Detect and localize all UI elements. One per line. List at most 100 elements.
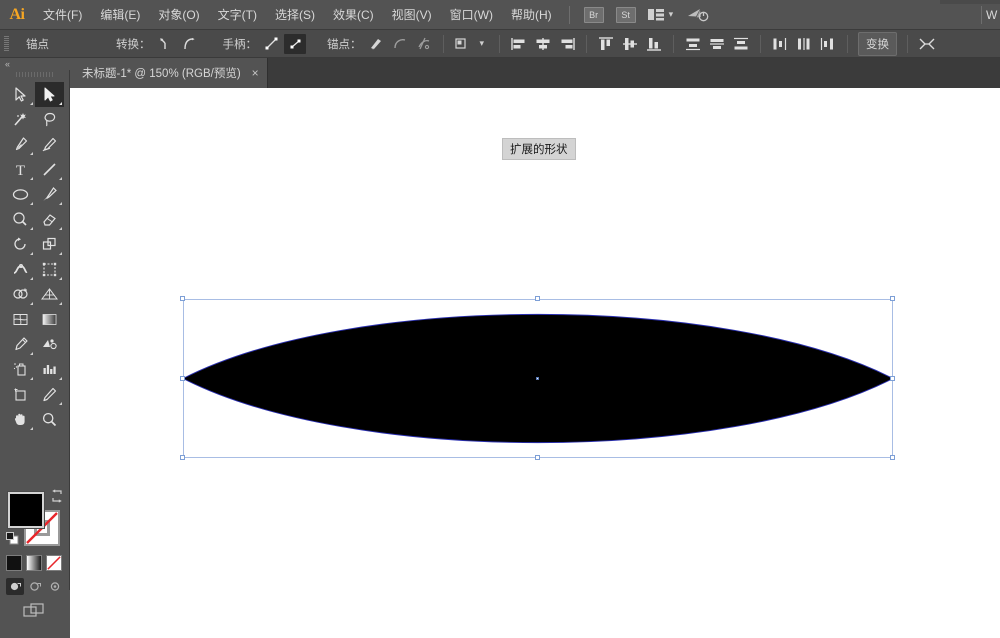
drawing-mode-buttons — [6, 578, 64, 596]
stock-icon[interactable]: St — [616, 7, 636, 23]
anchors-label: 锚点： — [325, 36, 364, 52]
convert-to-smooth-icon[interactable] — [178, 34, 200, 54]
tools-panel-grip[interactable] — [16, 72, 54, 77]
align-vertical-center-icon[interactable] — [619, 34, 641, 54]
tool-gradient[interactable] — [35, 307, 64, 332]
fill-stroke-controls — [6, 490, 64, 552]
menu-select[interactable]: 选择(S) — [266, 0, 324, 30]
tool-lasso[interactable] — [35, 107, 64, 132]
distribute-right-icon[interactable] — [817, 34, 839, 54]
tool-ellipse[interactable] — [6, 182, 35, 207]
selection-handle-middle-left[interactable] — [180, 376, 185, 381]
tool-selection[interactable] — [6, 82, 35, 107]
tool-column-graph[interactable] — [35, 357, 64, 382]
align-bottom-icon[interactable] — [643, 34, 665, 54]
connect-anchors-icon[interactable] — [389, 34, 411, 54]
selection-handle-bottom-right[interactable] — [890, 455, 895, 460]
isolate-selected-object-icon[interactable] — [452, 34, 474, 54]
transform-button[interactable]: 变换 — [858, 32, 897, 56]
hide-handles-icon[interactable] — [284, 34, 306, 54]
close-icon[interactable]: × — [252, 67, 259, 79]
tool-curvature[interactable] — [35, 132, 64, 157]
menu-object[interactable]: 对象(O) — [149, 0, 208, 30]
selection-handle-top-right[interactable] — [890, 296, 895, 301]
align-left-icon[interactable] — [508, 34, 530, 54]
tool-more-indicator — [59, 227, 62, 230]
tool-eraser[interactable] — [35, 207, 64, 232]
menu-view[interactable]: 视图(V) — [383, 0, 441, 30]
tool-perspective-grid[interactable] — [35, 282, 64, 307]
menu-type[interactable]: 文字(T) — [209, 0, 266, 30]
change-screen-mode-icon[interactable] — [22, 601, 48, 621]
tool-zoom[interactable] — [35, 407, 64, 432]
distribute-bottom-icon[interactable] — [730, 34, 752, 54]
show-handles-icon[interactable] — [260, 34, 282, 54]
tool-blend[interactable] — [35, 332, 64, 357]
shape-mode-icon[interactable] — [916, 34, 938, 54]
draw-inside-icon[interactable] — [46, 578, 64, 595]
distribute-top-icon[interactable] — [682, 34, 704, 54]
center-anchor-point[interactable] — [536, 377, 539, 380]
tool-more-indicator — [30, 252, 33, 255]
tool-hand[interactable] — [6, 407, 35, 432]
tool-symbol-sprayer[interactable] — [6, 357, 35, 382]
tool-artboard[interactable] — [6, 382, 35, 407]
default-fill-stroke-icon[interactable] — [6, 532, 19, 545]
tool-eyedropper[interactable] — [6, 332, 35, 357]
tool-magic-wand[interactable] — [6, 107, 35, 132]
fill-swatch[interactable] — [8, 492, 44, 528]
color-mode-color[interactable] — [6, 555, 22, 571]
arrange-documents-icon[interactable] — [648, 9, 664, 21]
swap-fill-stroke-icon[interactable] — [50, 489, 64, 503]
tool-rotate[interactable] — [6, 232, 35, 257]
tool-paintbrush[interactable] — [35, 182, 64, 207]
tool-scale[interactable] — [35, 232, 64, 257]
tool-line-segment[interactable] — [35, 157, 64, 182]
tool-direct-selection[interactable] — [35, 82, 64, 107]
tool-pencil[interactable] — [6, 207, 35, 232]
control-bar-grip[interactable] — [4, 36, 9, 52]
workspace-divider — [981, 6, 982, 24]
tool-pen[interactable] — [6, 132, 35, 157]
tool-type[interactable]: T — [6, 157, 35, 182]
draw-normal-icon[interactable] — [6, 578, 24, 595]
sync-settings-icon[interactable] — [687, 7, 709, 23]
selection-handle-bottom-center[interactable] — [535, 455, 540, 460]
selection-handle-middle-right[interactable] — [890, 376, 895, 381]
align-horizontal-center-icon[interactable] — [532, 34, 554, 54]
tool-more-indicator — [30, 377, 33, 380]
chevron-down-icon[interactable]: ▾ — [669, 9, 674, 20]
draw-behind-icon[interactable] — [26, 578, 44, 595]
distribute-horizontal-center-icon[interactable] — [793, 34, 815, 54]
artboard-canvas[interactable]: 扩展的形状 — [70, 88, 1000, 638]
tool-more-indicator — [30, 202, 33, 205]
distribute-left-icon[interactable] — [769, 34, 791, 54]
isolate-chevron-icon[interactable]: ▾ — [480, 38, 485, 49]
remove-anchor-icon[interactable] — [365, 34, 387, 54]
distribute-vertical-center-icon[interactable] — [706, 34, 728, 54]
menu-help[interactable]: 帮助(H) — [502, 0, 561, 30]
tool-mesh[interactable] — [6, 307, 35, 332]
tool-slice[interactable] — [35, 382, 64, 407]
menu-edit[interactable]: 编辑(E) — [91, 0, 149, 30]
color-mode-gradient[interactable] — [26, 555, 42, 571]
cut-path-icon[interactable] — [413, 34, 435, 54]
menu-file[interactable]: 文件(F) — [34, 0, 91, 30]
color-mode-none[interactable] — [46, 555, 62, 571]
menu-window[interactable]: 窗口(W) — [441, 0, 502, 30]
align-top-icon[interactable] — [595, 34, 617, 54]
selection-handle-top-center[interactable] — [535, 296, 540, 301]
align-right-icon[interactable] — [556, 34, 578, 54]
selection-handle-bottom-left[interactable] — [180, 455, 185, 460]
control-divider-2 — [499, 35, 500, 53]
menu-effect[interactable]: 效果(C) — [324, 0, 383, 30]
convert-to-corner-icon[interactable] — [154, 34, 176, 54]
tool-width[interactable] — [6, 257, 35, 282]
tool-free-transform[interactable] — [35, 257, 64, 282]
tool-shape-builder[interactable] — [6, 282, 35, 307]
bridge-icon[interactable]: Br — [584, 7, 604, 23]
collapse-panel-icon[interactable]: « — [5, 59, 9, 69]
workspace-switcher[interactable]: W — [986, 0, 1000, 30]
selection-handle-top-left[interactable] — [180, 296, 185, 301]
document-tab[interactable]: 未标题-1* @ 150% (RGB/预览) × — [70, 58, 268, 88]
